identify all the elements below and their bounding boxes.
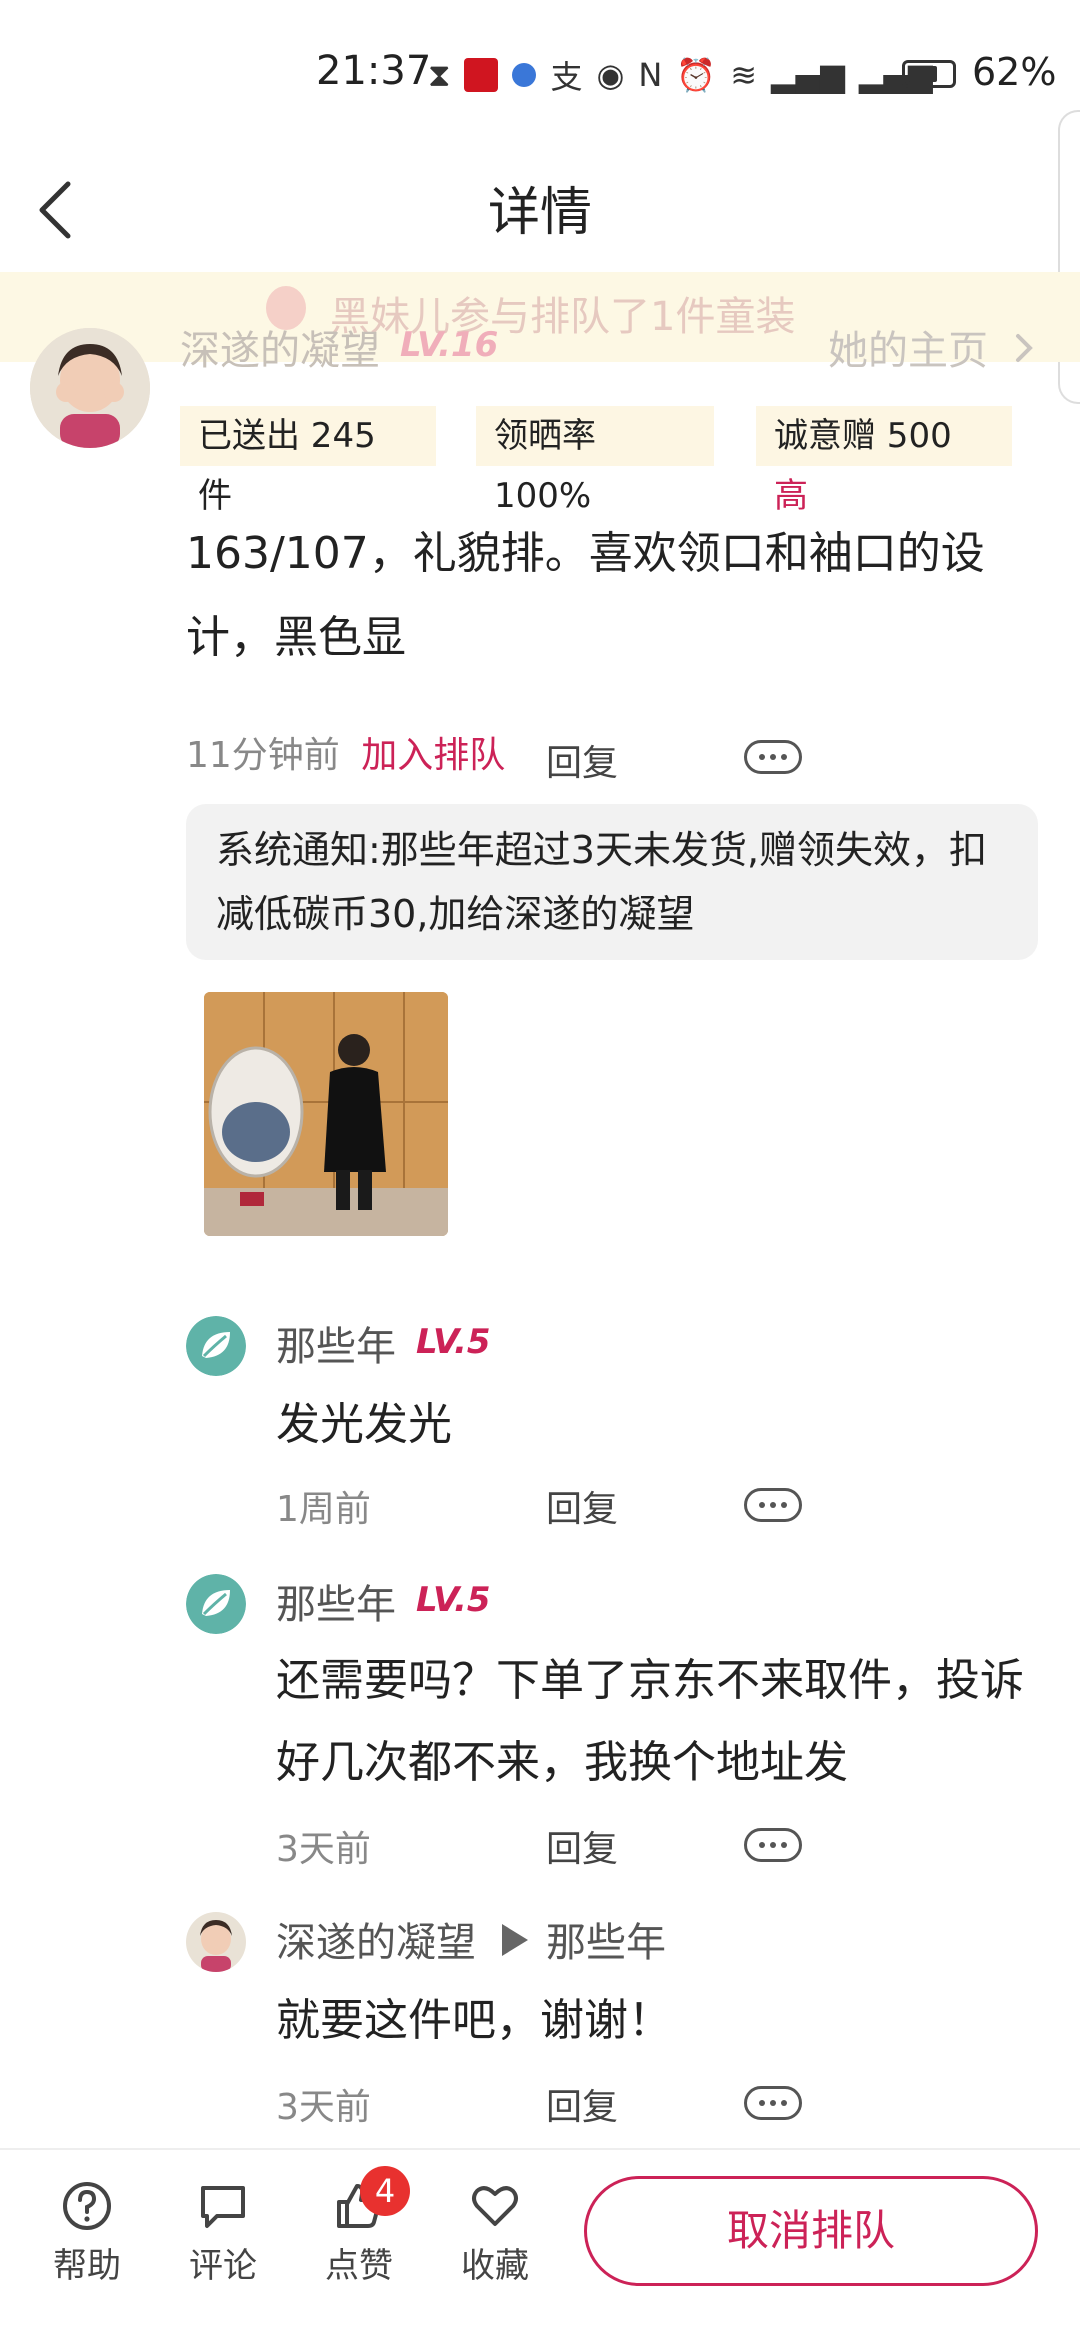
comment-avatar[interactable] xyxy=(186,1912,246,1972)
reply-arrow-icon xyxy=(502,1924,528,1956)
stat-sincerity-level: 高 xyxy=(774,476,808,516)
more-icon[interactable] xyxy=(744,1488,802,1522)
like-label: 点赞 xyxy=(325,2246,393,2286)
comment-text: 就要这件吧，谢谢！ xyxy=(276,1995,672,2046)
status-time: 21:37 xyxy=(316,48,432,94)
like-tab[interactable]: 4 点赞 xyxy=(304,2166,414,2287)
more-icon[interactable] xyxy=(744,740,802,774)
comment-label: 评论 xyxy=(189,2246,257,2286)
more-icon[interactable] xyxy=(744,1828,802,1862)
join-queue-link[interactable]: 加入排队 xyxy=(361,735,505,776)
alarm-icon: ⏰ xyxy=(676,56,717,94)
system-notice: 系统通知:那些年超过3天未发货,赠领失效，扣减低碳币30,加给深遂的凝望 xyxy=(186,804,1038,960)
post-meta: 11分钟前 加入排队 xyxy=(186,726,505,786)
eye-icon: ◉ xyxy=(596,56,625,94)
app-notification-icon xyxy=(464,58,499,92)
help-tab[interactable]: 帮助 xyxy=(32,2180,142,2287)
cancel-queue-button[interactable]: 取消排队 xyxy=(584,2176,1038,2286)
comment-time: 3天前 xyxy=(276,2087,371,2128)
bottom-action-bar: 帮助 评论 4 点赞 收藏 取消排队 xyxy=(0,2148,1080,2342)
battery-percent: 62% xyxy=(972,50,1057,94)
post-author-level: LV.16 xyxy=(400,325,499,365)
wifi-icon: ≋ xyxy=(730,56,757,94)
stat-sent: 已送出 245 件 xyxy=(180,406,436,516)
comment-time: 1周前 xyxy=(276,1489,371,1530)
header: 详情 xyxy=(0,150,1080,270)
post-time: 11分钟前 xyxy=(186,735,340,776)
more-icon[interactable] xyxy=(744,2086,802,2120)
comment-author-name[interactable]: 那些年 xyxy=(276,1314,396,1372)
comment-author-name[interactable]: 那些年 xyxy=(276,1572,396,1630)
comment-time: 3天前 xyxy=(276,1829,371,1870)
comment-author-level: LV.5 xyxy=(416,1322,491,1362)
comment-tab[interactable]: 评论 xyxy=(168,2180,278,2287)
heart-icon xyxy=(472,2186,518,2226)
hourglass-icon: ⧗ xyxy=(428,55,451,94)
status-icons: ⧗ 支 ◉ N ⏰ ≋ ▂▄▆ ▂▄▆ xyxy=(428,52,933,98)
comment-author-level: LV.5 xyxy=(416,1580,491,1620)
reply-button[interactable]: 回复 xyxy=(546,1820,618,1872)
reply-button[interactable]: 回复 xyxy=(546,734,618,786)
avatar-image xyxy=(30,328,150,448)
nfc-icon: N xyxy=(638,56,663,94)
status-bar: 21:37 ⧗ 支 ◉ N ⏰ ≋ ▂▄▆ ▂▄▆ 62% xyxy=(0,0,1080,150)
stat-sincerity-label: 诚意赠 500 xyxy=(774,416,952,456)
favorite-tab[interactable]: 收藏 xyxy=(440,2180,550,2287)
leaf-avatar-icon xyxy=(186,1574,246,1634)
battery-icon xyxy=(902,60,956,88)
comment-author-name[interactable]: 深遂的凝望 xyxy=(276,1910,476,1968)
author-home-link[interactable]: 她的主页 xyxy=(828,318,988,376)
comment-text: 发光发光 xyxy=(276,1399,452,1450)
browser-notification-icon xyxy=(512,63,537,87)
stat-rate: 领晒率 100% xyxy=(476,406,714,516)
post-text: 163/107，礼貌排。喜欢领口和袖口的设计，黑色显 xyxy=(186,528,985,663)
comment-icon xyxy=(201,2186,245,2228)
signal-5g-icon: ▂▄▆ xyxy=(771,56,845,94)
post-photo-image xyxy=(204,992,448,1236)
stat-sincerity: 诚意赠 500 高 xyxy=(756,406,1012,516)
avatar-image xyxy=(186,1912,246,1972)
leaf-avatar-icon xyxy=(186,1316,246,1376)
help-label: 帮助 xyxy=(53,2246,121,2286)
post-photo[interactable] xyxy=(204,992,448,1236)
post-author-name[interactable]: 深遂的凝望 xyxy=(180,318,380,376)
reply-button[interactable]: 回复 xyxy=(546,2078,618,2130)
favorite-label: 收藏 xyxy=(461,2246,529,2286)
alipay-icon: 支 xyxy=(550,58,583,96)
comment-avatar[interactable] xyxy=(186,1574,246,1634)
comment-text: 还需要吗？下单了京东不来取件，投诉好几次都不来，我换个地址发 xyxy=(276,1655,1024,1788)
chevron-right-icon[interactable] xyxy=(1012,328,1036,368)
avatar[interactable] xyxy=(30,328,150,448)
reply-to-name[interactable]: 那些年 xyxy=(546,1910,666,1968)
page-title: 详情 xyxy=(487,183,592,243)
help-icon xyxy=(63,2182,111,2230)
like-count-badge: 4 xyxy=(360,2166,410,2216)
comment-avatar[interactable] xyxy=(186,1316,246,1376)
reply-button[interactable]: 回复 xyxy=(546,1480,618,1532)
